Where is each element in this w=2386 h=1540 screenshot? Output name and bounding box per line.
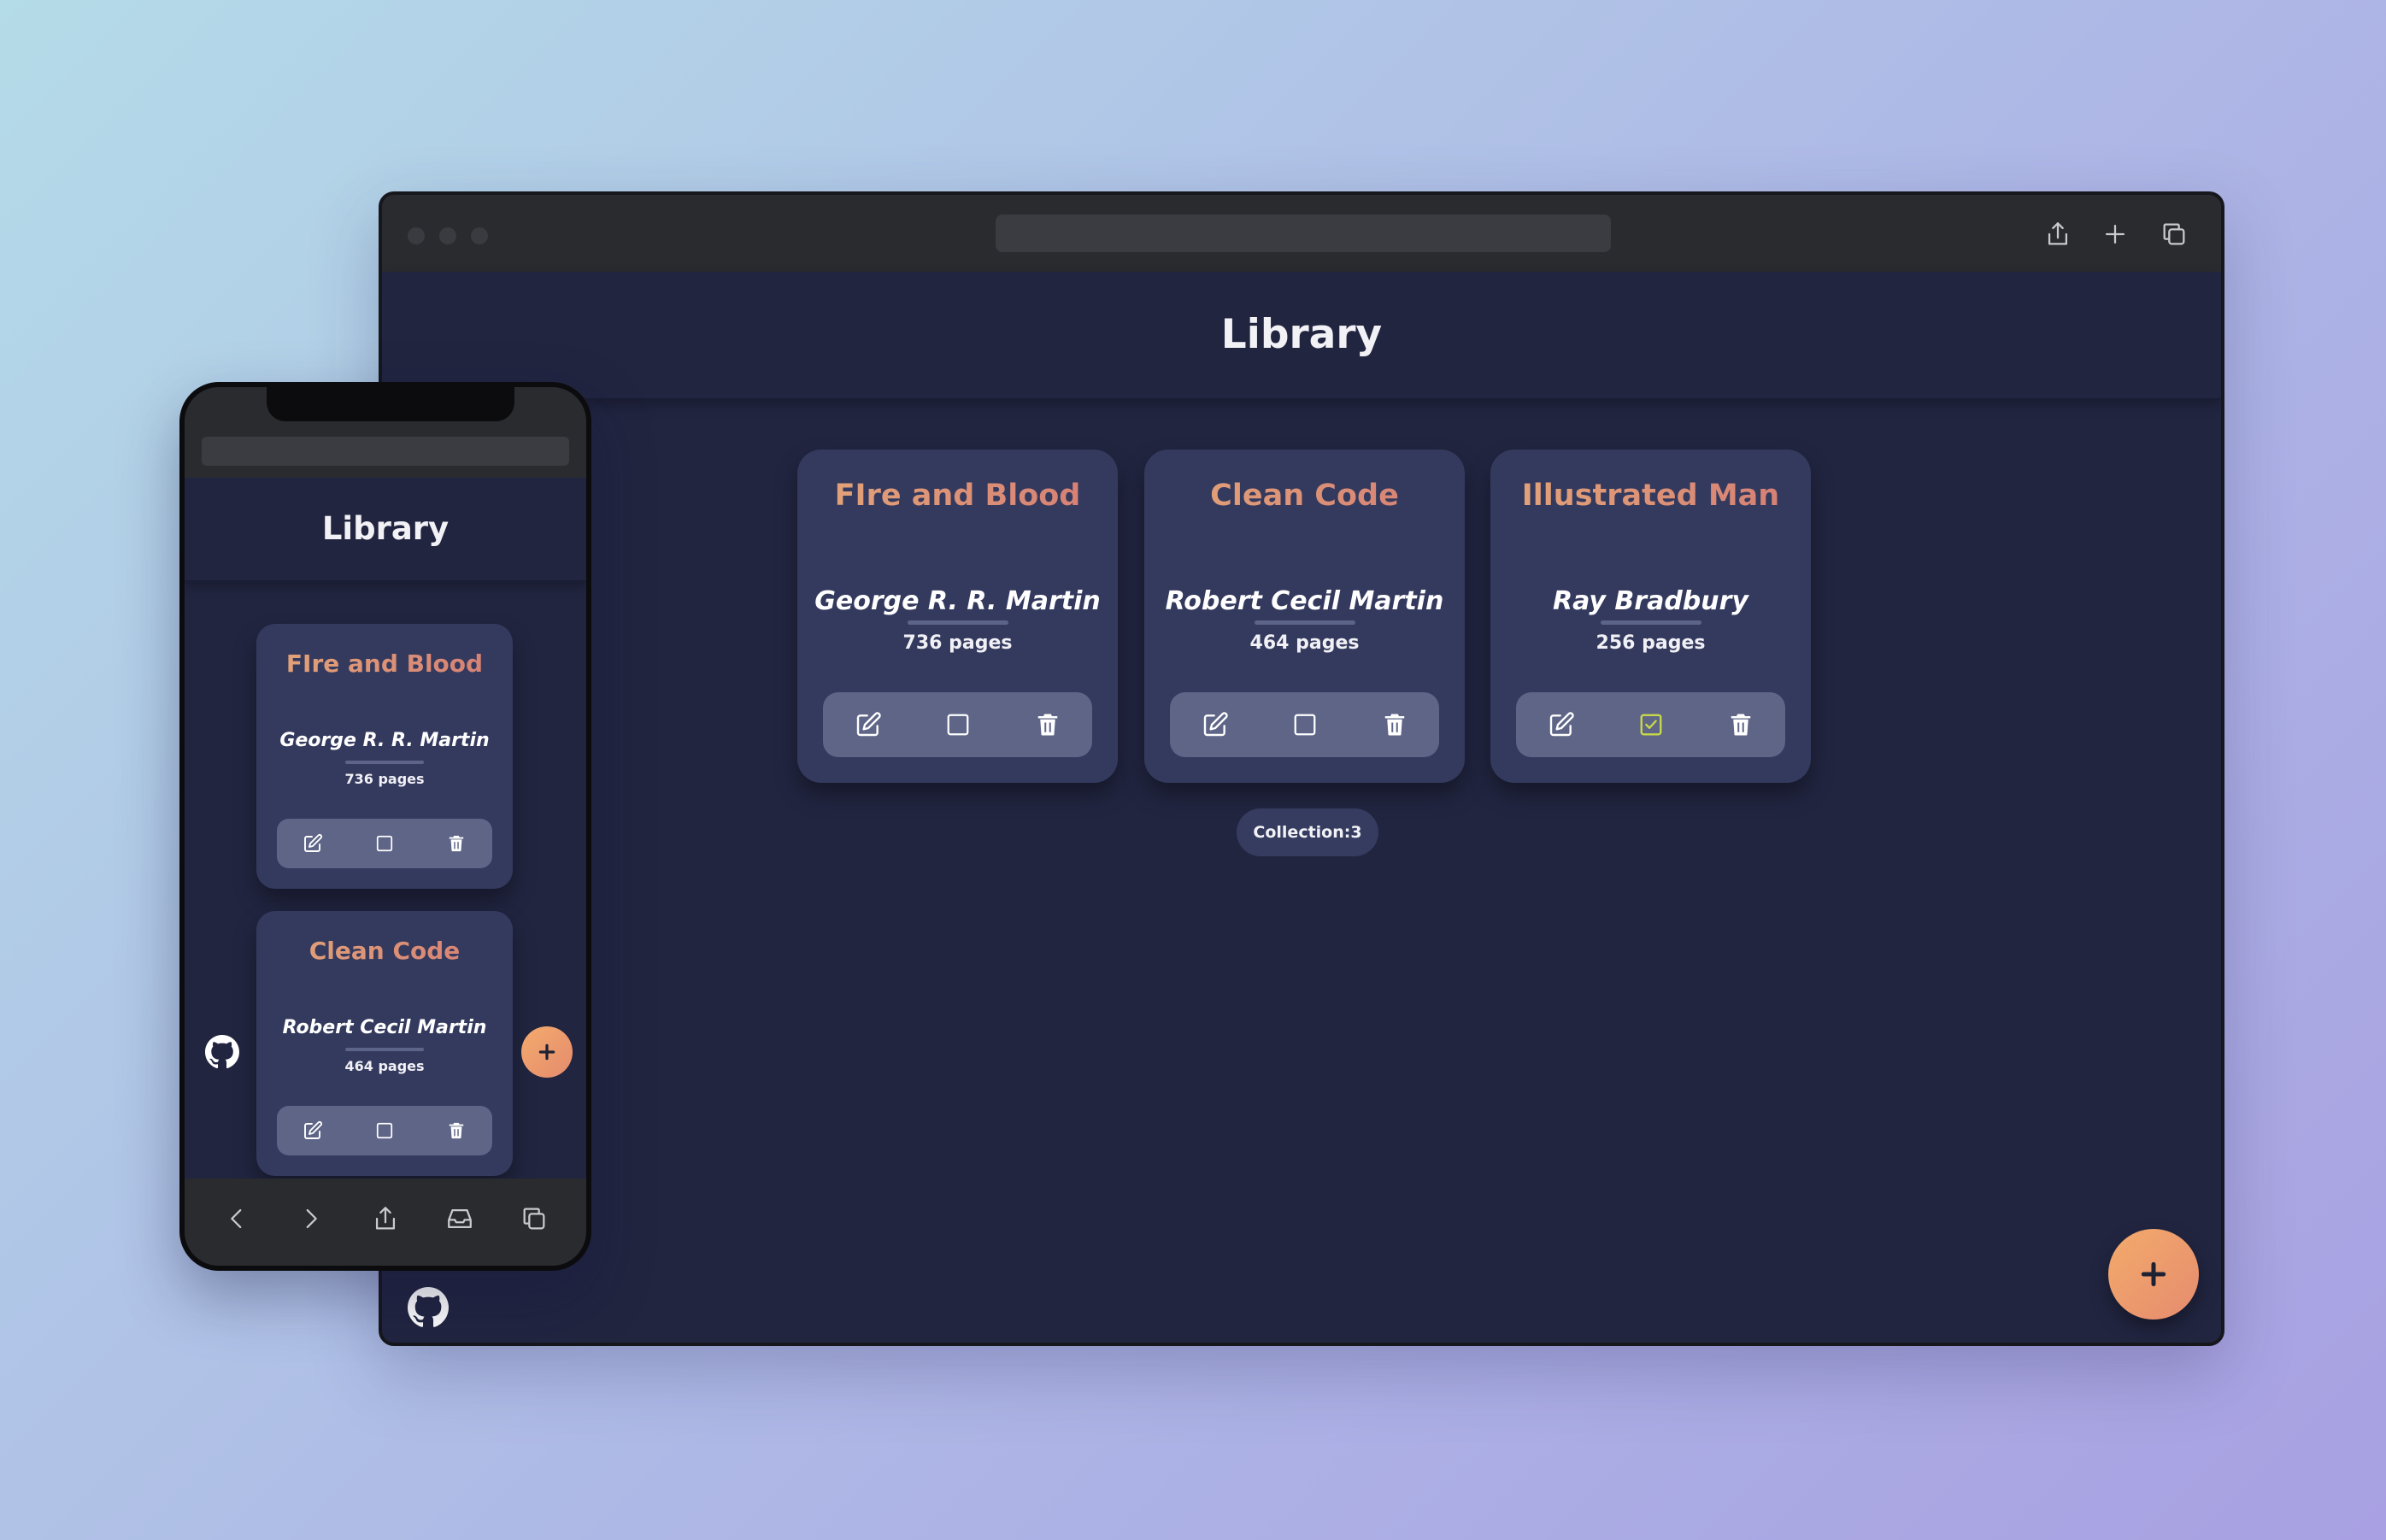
add-book-button[interactable]	[2108, 1229, 2199, 1320]
trash-icon	[1384, 714, 1404, 736]
trash-icon	[449, 835, 464, 852]
card-action-bar	[1170, 692, 1439, 757]
chevron-left-icon[interactable]	[222, 1204, 251, 1233]
book-card: Illustrated Man Ray Bradbury 256 pages	[1490, 450, 1811, 783]
edit-button[interactable]	[294, 825, 332, 862]
edit-icon	[1203, 712, 1228, 737]
edit-button[interactable]	[1536, 699, 1587, 750]
card-action-bar	[277, 1106, 492, 1155]
github-icon[interactable]	[408, 1287, 449, 1328]
window-maximize-dot[interactable]	[471, 227, 488, 244]
card-action-bar	[277, 819, 492, 868]
app-header: Library	[185, 478, 586, 582]
book-pages: 256 pages	[1596, 632, 1706, 654]
edit-icon	[856, 712, 881, 737]
book-author: Robert Cecil Martin	[282, 1017, 487, 1038]
mobile-browser-bottombar	[185, 1179, 586, 1266]
checkbox-empty-icon	[947, 714, 968, 736]
book-title: Clean Code	[256, 937, 513, 965]
address-bar[interactable]	[996, 215, 1611, 252]
author-divider	[1255, 620, 1355, 625]
mobile-browser-topbar	[185, 387, 586, 478]
book-author: George R. R. Martin	[279, 730, 490, 751]
page-title: Library	[1220, 311, 1383, 358]
book-pages: 736 pages	[902, 632, 1013, 654]
author-divider	[1601, 620, 1701, 625]
book-pages: 736 pages	[344, 771, 425, 787]
add-book-button[interactable]	[521, 1026, 573, 1078]
book-title: FIre and Blood	[797, 479, 1118, 513]
card-action-bar	[823, 692, 1092, 757]
mobile-device-frame: Library FIre and Blood George R. R. Mart…	[179, 382, 591, 1271]
share-icon[interactable]	[371, 1204, 400, 1233]
delete-button[interactable]	[1715, 699, 1766, 750]
browser-toolbar	[382, 195, 2221, 272]
chevron-right-icon[interactable]	[297, 1204, 326, 1233]
book-author: Ray Bradbury	[1553, 586, 1748, 616]
edit-button[interactable]	[843, 699, 894, 750]
book-card: Clean Code Robert Cecil Martin 464 pages	[256, 911, 513, 1176]
book-title: Clean Code	[1144, 479, 1465, 513]
delete-button[interactable]	[438, 1112, 475, 1149]
book-card: FIre and Blood George R. R. Martin 736 p…	[256, 624, 513, 889]
book-card: Clean Code Robert Cecil Martin 464 pages	[1144, 450, 1465, 783]
share-icon[interactable]	[2043, 220, 2072, 249]
book-title: Illustrated Man	[1490, 479, 1811, 513]
trash-icon	[449, 1122, 464, 1139]
book-pages: 464 pages	[344, 1058, 425, 1074]
tabs-overview-icon[interactable]	[520, 1204, 549, 1233]
edit-button[interactable]	[1190, 699, 1241, 750]
book-title: FIre and Blood	[256, 650, 513, 678]
edit-icon	[304, 834, 322, 852]
page-title: Library	[321, 510, 450, 547]
desktop-browser-window: Library FIre and Blood George R. R. Mart…	[379, 191, 2224, 1346]
delete-button[interactable]	[1369, 699, 1420, 750]
book-card: FIre and Blood George R. R. Martin 736 p…	[797, 450, 1118, 783]
checkbox-empty-icon	[376, 835, 393, 852]
trash-icon	[1731, 714, 1750, 736]
plus-icon	[536, 1041, 558, 1063]
delete-button[interactable]	[1022, 699, 1073, 750]
github-icon[interactable]	[205, 1035, 239, 1069]
checkbox-empty-icon	[1294, 714, 1315, 736]
author-divider	[908, 620, 1008, 625]
tabs-overview-icon[interactable]	[2160, 220, 2189, 249]
author-divider	[345, 761, 424, 764]
book-author: Robert Cecil Martin	[1165, 586, 1444, 616]
read-toggle-checkbox[interactable]	[1625, 699, 1677, 750]
book-pages: 464 pages	[1249, 632, 1360, 654]
card-action-bar	[1516, 692, 1785, 757]
read-toggle-checkbox[interactable]	[1279, 699, 1331, 750]
inbox-icon[interactable]	[445, 1204, 474, 1233]
checkbox-checked-icon	[1640, 714, 1661, 736]
window-minimize-dot[interactable]	[439, 227, 456, 244]
read-toggle-checkbox[interactable]	[932, 699, 984, 750]
app-header: Library	[382, 272, 2221, 400]
device-notch	[267, 387, 514, 421]
new-tab-plus-icon[interactable]	[2101, 220, 2130, 249]
author-divider	[345, 1048, 424, 1051]
checkbox-empty-icon	[376, 1122, 393, 1139]
edit-icon	[304, 1121, 322, 1139]
edit-icon	[1549, 712, 1574, 737]
plus-icon	[2136, 1257, 2171, 1291]
mobile-viewport: Library FIre and Blood George R. R. Mart…	[185, 478, 586, 1179]
mobile-address-bar[interactable]	[202, 437, 569, 466]
window-close-dot[interactable]	[408, 227, 425, 244]
edit-button[interactable]	[294, 1112, 332, 1149]
book-author: George R. R. Martin	[814, 586, 1101, 616]
delete-button[interactable]	[438, 825, 475, 862]
read-toggle-checkbox[interactable]	[366, 1112, 403, 1149]
trash-icon	[1037, 714, 1057, 736]
read-toggle-checkbox[interactable]	[366, 825, 403, 862]
collection-count-badge: Collection:3	[1237, 808, 1378, 856]
